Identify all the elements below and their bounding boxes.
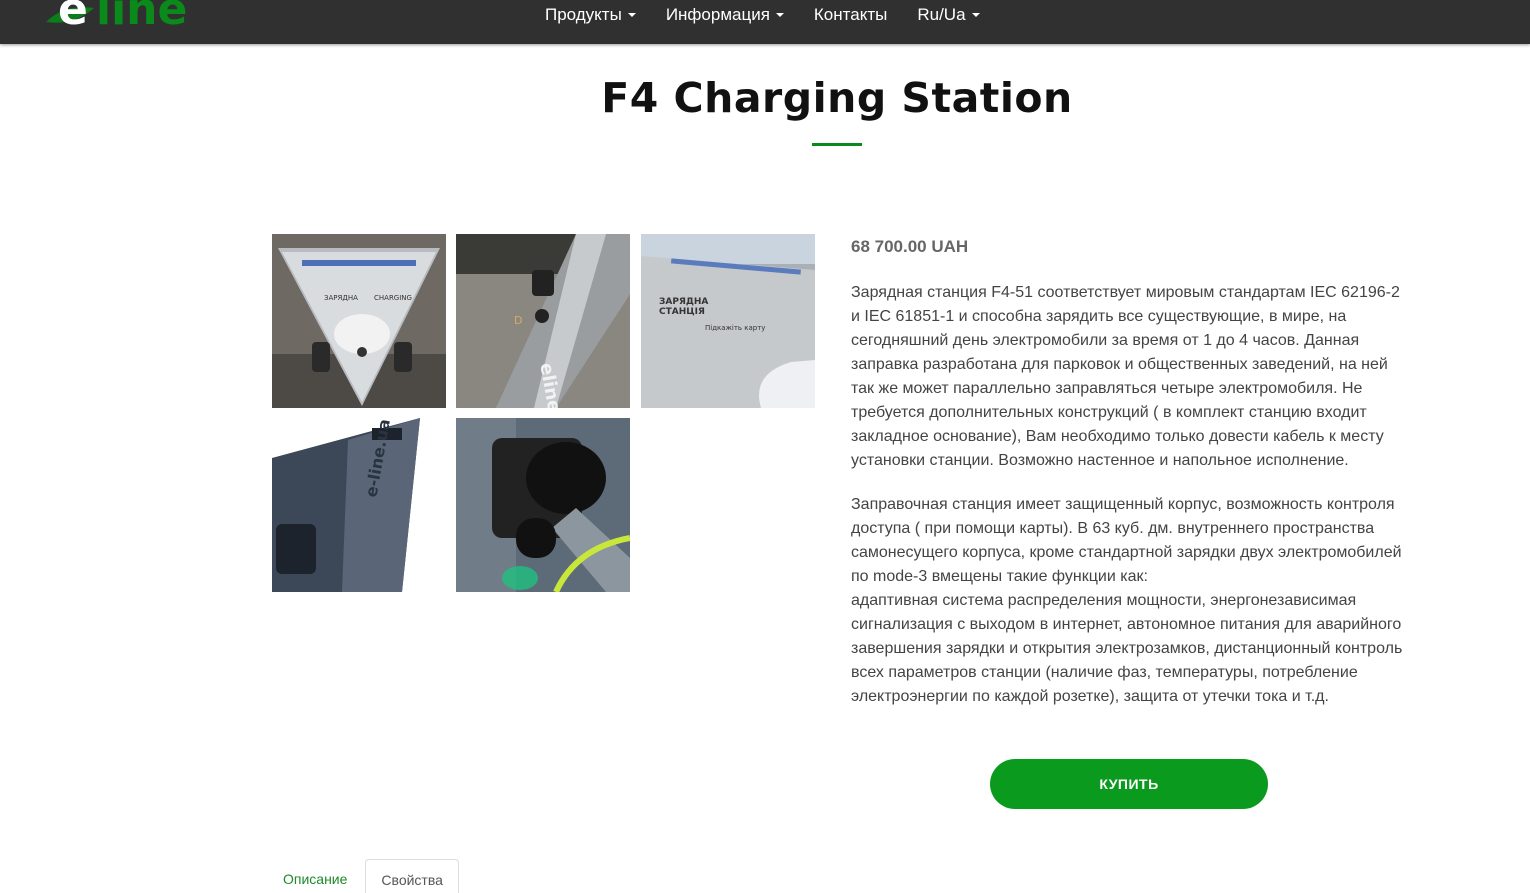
- description-line: заправка разработана для парковок и обще…: [851, 356, 1388, 373]
- svg-text:ЗАРЯДНА: ЗАРЯДНА: [324, 294, 358, 302]
- gallery-photo-panel-closeup[interactable]: ЗАРЯДНА СТАНЦІЯ Підкажіть карту: [641, 234, 815, 408]
- gallery-photo-eline-side[interactable]: e-line.ua: [272, 418, 446, 592]
- svg-text:CHARGING: CHARGING: [374, 294, 412, 302]
- gallery-photo-triangle-top[interactable]: ЗАРЯДНА CHARGING: [272, 234, 446, 408]
- tab-properties[interactable]: Свойства: [365, 859, 459, 893]
- svg-text:D: D: [514, 314, 522, 327]
- nav-contacts-label: Контакты: [813, 5, 888, 24]
- nav-language[interactable]: Ru/Ua: [902, 5, 994, 25]
- gallery-photo-plug-connected[interactable]: [456, 418, 630, 592]
- product-price: 68 700.00 UAH: [851, 237, 969, 256]
- main-menu: Продукты Информация Контакты Ru/Ua: [530, 0, 995, 30]
- svg-text:line: line: [96, 0, 187, 35]
- description-paragraph-1: Зарядная станция F4-51 соответствует мир…: [851, 281, 1416, 473]
- tab-description[interactable]: Описание: [272, 859, 365, 893]
- description-line: самонесущего корпуса, кроме стандартной …: [851, 544, 1402, 561]
- gallery-photo-side-edge[interactable]: D eline: [456, 234, 630, 408]
- description-line: установки станции. Возможно настенное и …: [851, 452, 1349, 469]
- nav-language-label: Ru/Ua: [917, 5, 966, 24]
- description-line: требуется дополнительных конструкций ( в…: [851, 404, 1367, 421]
- svg-text:e: e: [58, 0, 88, 35]
- product-tabs: Описание Свойства: [272, 859, 459, 893]
- description-line: завершения зарядки и открытия электрозам…: [851, 640, 1403, 657]
- description-line: всех параметров станции (наличие фаз, те…: [851, 664, 1358, 681]
- svg-text:Підкажіть карту: Підкажіть карту: [705, 324, 765, 332]
- page-title: F4 Charging Station: [601, 74, 1073, 122]
- svg-text:ЗАРЯДНА: ЗАРЯДНА: [659, 297, 708, 307]
- svg-text:СТАНЦІЯ: СТАНЦІЯ: [659, 307, 705, 317]
- description-line: доступа ( при помощи карты). В 63 куб. д…: [851, 520, 1375, 537]
- description-line: адаптивная система распределения мощност…: [851, 592, 1357, 609]
- nav-contacts[interactable]: Контакты: [799, 5, 902, 25]
- description-paragraph-2: Заправочная станция имеет защищенный кор…: [851, 493, 1416, 709]
- description-line: сегодняшний день электромобили за время …: [851, 332, 1360, 349]
- description-line: по mode-3 вмещены такие функции как:: [851, 568, 1148, 585]
- description-line: электроэнергии по каждой розетке), защит…: [851, 688, 1329, 705]
- product-description: Зарядная станция F4-51 соответствует мир…: [851, 281, 1416, 729]
- caret-down-icon: [775, 13, 784, 17]
- eline-logo[interactable]: e line: [44, 0, 214, 38]
- caret-down-icon: [971, 13, 980, 17]
- description-line: закладное основание), Вам необходимо тол…: [851, 428, 1384, 445]
- nav-products[interactable]: Продукты: [530, 5, 651, 25]
- description-line: так же может параллельно заправляться че…: [851, 380, 1363, 397]
- description-line: сигнализация с выходом в интернет, автон…: [851, 616, 1402, 633]
- nav-information[interactable]: Информация: [651, 5, 799, 25]
- nav-information-label: Информация: [665, 5, 770, 24]
- description-line: Зарядная станция F4-51 соответствует мир…: [851, 284, 1400, 301]
- description-line: Заправочная станция имеет защищенный кор…: [851, 496, 1395, 513]
- buy-button[interactable]: КУПИТЬ: [990, 759, 1268, 809]
- nav-products-label: Продукты: [545, 5, 622, 24]
- navbar: e line Продукты Информация Контакты Ru/U…: [0, 0, 1530, 44]
- description-line: и IEC 61851-1 и способна зарядить все су…: [851, 308, 1347, 325]
- caret-down-icon: [627, 13, 636, 17]
- title-underline: [812, 143, 862, 146]
